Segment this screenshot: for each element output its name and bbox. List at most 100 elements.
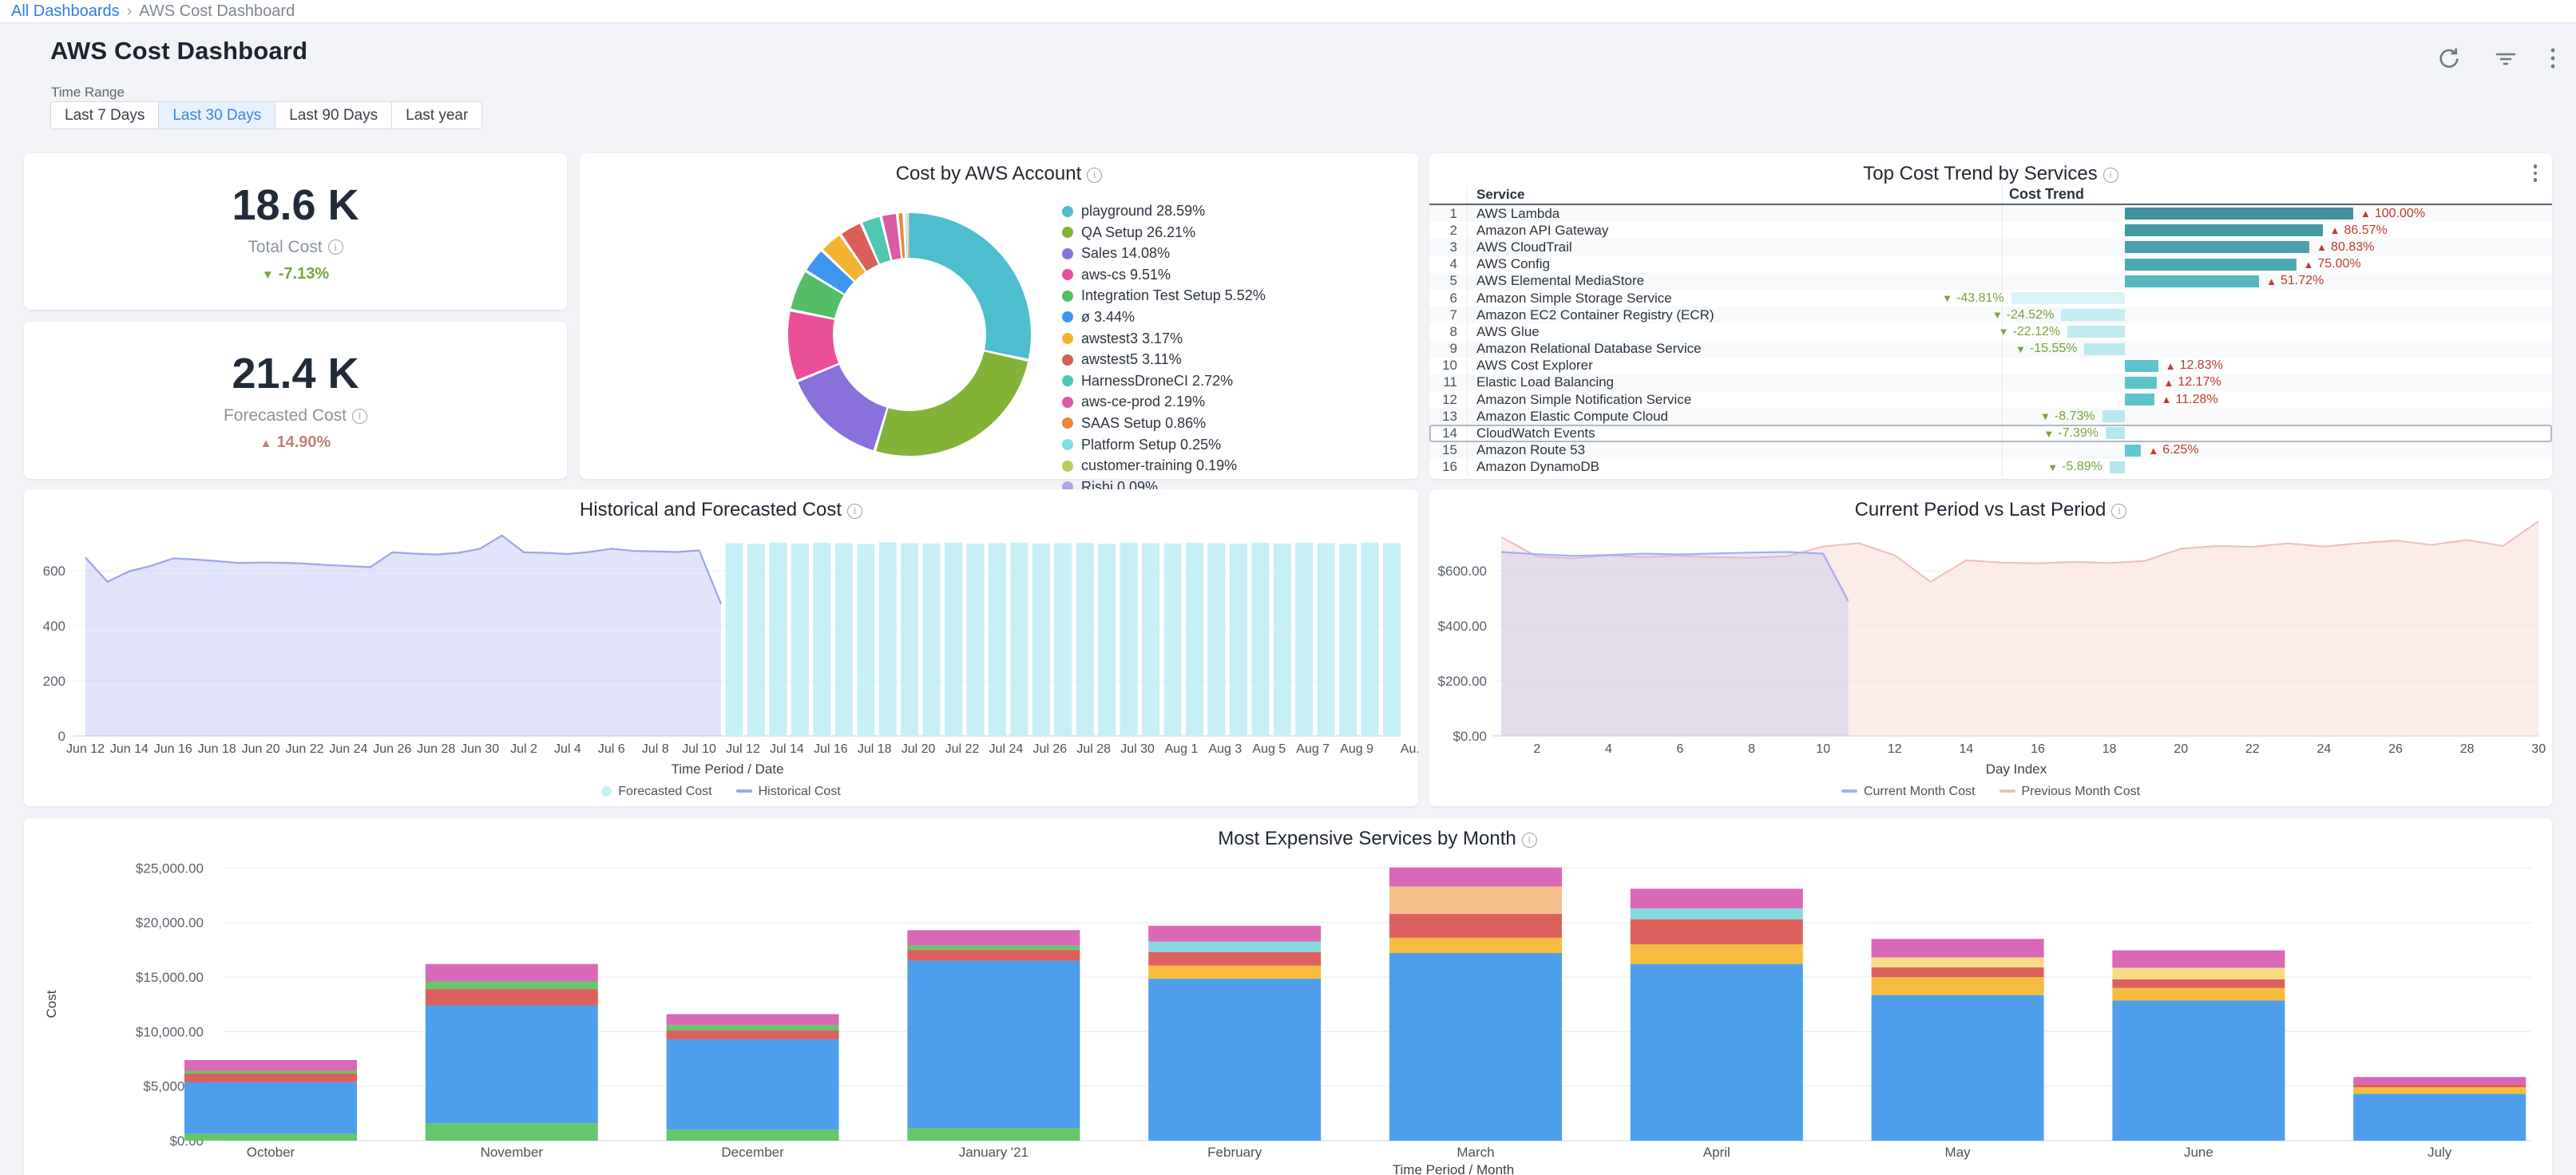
legend-dot <box>1062 206 1073 217</box>
donut-legend-item[interactable]: awstest3 3.17% <box>1062 330 1266 347</box>
svg-text:July: July <box>2427 1145 2452 1160</box>
service-name: Amazon API Gateway <box>1468 222 2003 239</box>
trend-bar <box>2125 275 2259 287</box>
monthly-services-card: Most Expensive Services by Monthi $0.00$… <box>24 818 2552 1175</box>
trend-value: ▼-8.73% <box>2040 408 2095 425</box>
svg-text:24: 24 <box>2317 742 2332 756</box>
trend-down-icon: ▼ <box>1992 309 2003 321</box>
trend-up-icon: ▲ <box>2148 445 2158 457</box>
services-table-header: Service Cost Trend <box>1429 185 2552 205</box>
svg-text:Aug 7: Aug 7 <box>1296 742 1330 756</box>
service-trend-cell: ▲12.17% <box>2003 374 2552 391</box>
donut-legend-item[interactable]: HarnessDroneCI 2.72% <box>1062 373 1266 390</box>
service-row[interactable]: 12Amazon Simple Notification Service▲11.… <box>1429 391 2552 408</box>
trend-down-icon: ▼ <box>1942 292 1952 304</box>
donut-legend-item[interactable]: ø 3.44% <box>1062 309 1266 326</box>
service-rank: 3 <box>1429 239 1468 255</box>
donut-legend-item[interactable]: QA Setup 26.21% <box>1062 224 1266 241</box>
service-row[interactable]: 7Amazon EC2 Container Registry (ECR)▼-24… <box>1429 307 2552 323</box>
service-row[interactable]: 6Amazon Simple Storage Service▼-43.81% <box>1429 290 2552 307</box>
legend-previous-month[interactable]: Previous Month Cost <box>1999 785 2141 799</box>
comparison-chart-legend: Current Month Cost Previous Month Cost <box>1429 785 2552 799</box>
trend-value: ▲80.83% <box>2316 239 2374 255</box>
donut-legend-item[interactable]: SAAS Setup 0.86% <box>1062 415 1266 432</box>
svg-text:$200.00: $200.00 <box>1438 674 1487 689</box>
svg-text:April: April <box>1703 1145 1730 1160</box>
legend-forecasted-cost[interactable]: Forecasted Cost <box>601 785 711 799</box>
trend-up-icon: ▲ <box>2164 377 2174 389</box>
card-menu-icon[interactable] <box>2533 164 2538 182</box>
service-row[interactable]: 2Amazon API Gateway▲86.57% <box>1429 222 2552 239</box>
donut-legend-item[interactable]: Integration Test Setup 5.52% <box>1062 287 1266 304</box>
legend-dot <box>1062 227 1073 238</box>
total-cost-card: 18.6 K Total Costi ▼-7.13% <box>24 153 567 310</box>
donut-legend-item[interactable]: customer-training 0.19% <box>1062 457 1266 474</box>
donut-legend-item[interactable]: aws-cs 9.51% <box>1062 267 1266 283</box>
legend-dot <box>1062 248 1073 259</box>
service-rank: 2 <box>1429 222 1468 239</box>
donut-legend-item[interactable]: Platform Setup 0.25% <box>1062 437 1266 453</box>
service-row[interactable]: 16Amazon DynamoDB▼-5.89% <box>1429 459 2552 476</box>
donut-legend-item[interactable]: aws-ce-prod 2.19% <box>1062 394 1266 410</box>
svg-text:December: December <box>721 1145 784 1160</box>
cost-by-account-title: Cost by AWS Accounti <box>580 163 1418 185</box>
svg-text:12: 12 <box>1888 742 1902 756</box>
svg-text:Aug 9: Aug 9 <box>1340 742 1373 756</box>
time-range-last-90-days[interactable]: Last 90 Days <box>275 101 392 129</box>
monthly-services-chart[interactable]: $0.00$5,000.00$10,000.00$15,000.00$20,00… <box>24 818 2552 1175</box>
info-icon[interactable]: i <box>328 239 343 255</box>
legend-historical-cost[interactable]: Historical Cost <box>736 785 841 799</box>
service-trend-cell: ▼-7.39% <box>2003 425 2552 441</box>
refresh-icon[interactable] <box>2435 45 2463 72</box>
breadcrumb-all-dashboards[interactable]: All Dashboards <box>11 2 120 21</box>
filter-icon[interactable] <box>2493 45 2519 71</box>
service-row[interactable]: 8AWS Glue▼-22.12% <box>1429 323 2552 340</box>
service-name: Amazon Simple Storage Service <box>1468 290 2003 307</box>
trend-bar <box>2125 445 2141 457</box>
service-row[interactable]: 1AWS Lambda▲100.00% <box>1429 205 2552 222</box>
svg-text:2: 2 <box>1533 742 1540 756</box>
legend-current-month[interactable]: Current Month Cost <box>1841 785 1976 799</box>
info-icon[interactable]: i <box>2103 168 2118 183</box>
service-row[interactable]: 5AWS Elemental MediaStore▲51.72% <box>1429 273 2552 290</box>
more-menu-icon[interactable] <box>2549 45 2557 72</box>
donut-legend-item[interactable]: playground 28.59% <box>1062 203 1266 220</box>
svg-text:Jun 16: Jun 16 <box>154 742 192 756</box>
time-range-last-7-days[interactable]: Last 7 Days <box>50 101 159 129</box>
historical-forecast-chart[interactable]: 0200400600Jun 12Jun 14Jun 16Jun 18Jun 20… <box>24 489 1418 806</box>
service-row[interactable]: 10AWS Cost Explorer▲12.83% <box>1429 358 2552 374</box>
service-row[interactable]: 13Amazon Elastic Compute Cloud▼-8.73% <box>1429 408 2552 425</box>
svg-text:$0.00: $0.00 <box>1452 729 1487 744</box>
forecasted-cost-card: 21.4 K Forecasted Costi ▲14.90% <box>24 322 567 479</box>
dashboard-page: All Dashboards › AWS Cost Dashboard AWS … <box>0 0 2576 1175</box>
service-rank: 16 <box>1429 459 1468 476</box>
trend-value: ▼-43.81% <box>1942 290 2003 307</box>
time-range-last-30-days[interactable]: Last 30 Days <box>158 101 275 129</box>
info-icon[interactable]: i <box>352 409 367 424</box>
service-row[interactable]: 9Amazon Relational Database Service▼-15.… <box>1429 341 2552 358</box>
svg-text:Aug 1: Aug 1 <box>1165 742 1199 756</box>
svg-text:Jul 28: Jul 28 <box>1076 742 1111 756</box>
service-row[interactable]: 11Elastic Load Balancing▲12.17% <box>1429 374 2552 391</box>
svg-text:Jul 22: Jul 22 <box>945 742 980 756</box>
donut-legend-item[interactable]: awstest5 3.11% <box>1062 351 1266 368</box>
svg-text:200: 200 <box>43 674 65 689</box>
trend-bar <box>2125 241 2309 253</box>
service-row[interactable]: 4AWS Config▲75.00% <box>1429 256 2552 273</box>
time-range-last-year[interactable]: Last year <box>391 101 482 129</box>
service-row[interactable]: 14CloudWatch Events▼-7.39% <box>1429 425 2552 441</box>
service-row[interactable]: 3AWS CloudTrail▲80.83% <box>1429 239 2552 255</box>
svg-text:March: March <box>1456 1145 1494 1160</box>
service-trend-cell: ▲80.83% <box>2003 239 2552 255</box>
service-row[interactable]: 15Amazon Route 53▲6.25% <box>1429 442 2552 459</box>
legend-dot <box>1062 269 1073 280</box>
forecasted-cost-value: 21.4 K <box>232 349 359 398</box>
info-icon[interactable]: i <box>1087 168 1102 183</box>
period-comparison-chart[interactable]: $0.00$200.00$400.00$600.0024681012141618… <box>1429 489 2552 806</box>
service-trend-cell: ▼-15.55% <box>2003 341 2552 358</box>
service-rank: 4 <box>1429 256 1468 273</box>
total-cost-label: Total Costi <box>248 238 343 257</box>
account-donut-chart[interactable] <box>778 203 1041 466</box>
svg-text:Jun 14: Jun 14 <box>110 742 149 756</box>
donut-legend-item[interactable]: Sales 14.08% <box>1062 245 1266 262</box>
